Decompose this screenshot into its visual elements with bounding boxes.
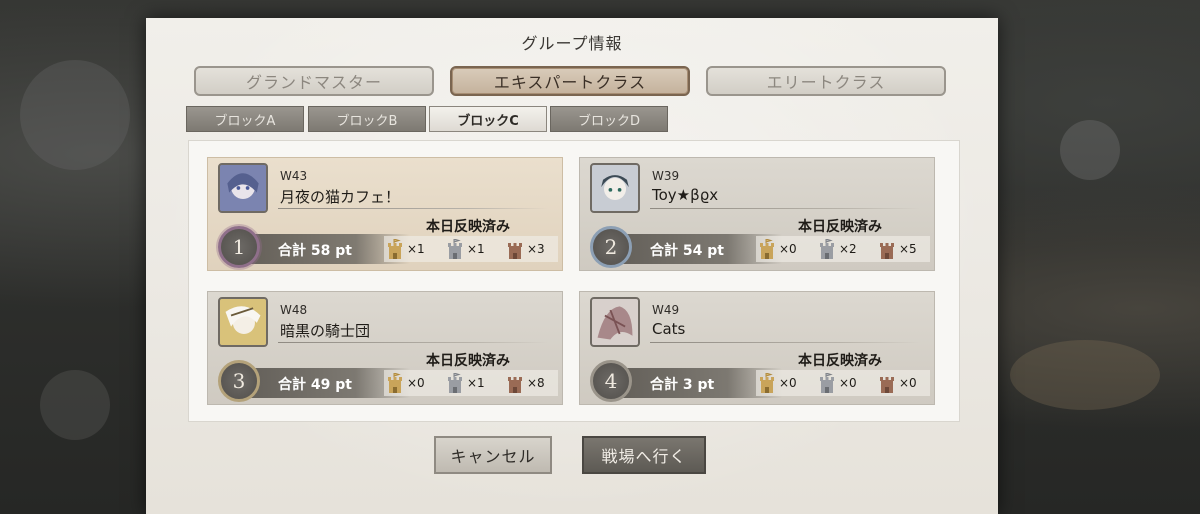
gold-count: ×0 — [779, 376, 797, 390]
rank-badge: 1 — [218, 226, 260, 268]
silver-tower-count: ×1 — [446, 370, 485, 396]
silver-count: ×2 — [839, 242, 857, 256]
group-card[interactable]: W49 Cats 本日反映済み 合計 3 pt 4 ×0 ×0 ×0 — [579, 291, 935, 405]
divider — [278, 342, 548, 343]
silver-count: ×0 — [839, 376, 857, 390]
rank-badge: 4 — [590, 360, 632, 402]
tab-grandmaster[interactable]: グランドマスター — [194, 66, 434, 96]
group-name: 暗黒の騎士団 — [280, 322, 371, 340]
bronze-tower-icon — [880, 377, 894, 393]
silver-tower-count: ×0 — [818, 370, 857, 396]
bronze-tower-count: ×5 — [878, 236, 917, 262]
bronze-tower-icon — [508, 377, 522, 393]
tower-counts: ×1 ×1 ×3 — [384, 236, 558, 262]
rank-badge: 3 — [218, 360, 260, 402]
silver-tower-count: ×2 — [818, 236, 857, 262]
reflected-status: 本日反映済み — [798, 219, 882, 235]
silver-tower-count: ×1 — [446, 236, 485, 262]
class-tabs: グランドマスター エキスパートクラス エリートクラス — [194, 66, 950, 96]
gold-tower-count: ×0 — [758, 236, 797, 262]
divider — [650, 208, 920, 209]
bronze-count: ×5 — [899, 242, 917, 256]
reflected-status: 本日反映済み — [426, 353, 510, 369]
tower-counts: ×0 ×1 ×8 — [384, 370, 558, 396]
tab-block-c[interactable]: ブロックC — [429, 106, 547, 132]
total-score: 合計 58 pt — [278, 243, 352, 259]
gold-count: ×1 — [407, 242, 425, 256]
tab-expert-class[interactable]: エキスパートクラス — [450, 66, 690, 96]
reflected-status: 本日反映済み — [798, 353, 882, 369]
group-avatar — [590, 163, 640, 213]
bronze-tower-count: ×3 — [506, 236, 545, 262]
group-card[interactable]: W39 Toy★βϱx 本日反映済み 合計 54 pt 2 ×0 ×2 ×5 — [579, 157, 935, 271]
bronze-tower-count: ×0 — [878, 370, 917, 396]
group-grid: W43 月夜の猫カフェ！ 本日反映済み 合計 58 pt 1 ×1 ×1 ×3 — [188, 140, 960, 422]
gold-tower-count: ×0 — [386, 370, 425, 396]
bronze-tower-icon — [508, 243, 522, 259]
silver-tower-icon — [448, 373, 462, 393]
group-info-dialog: グループ情報 グランドマスター エキスパートクラス エリートクラス ブロックA … — [146, 18, 998, 514]
bronze-count: ×3 — [527, 242, 545, 256]
gold-tower-icon — [760, 239, 774, 259]
silver-count: ×1 — [467, 376, 485, 390]
total-score: 合計 49 pt — [278, 377, 352, 393]
divider — [278, 208, 548, 209]
dialog-title: グループ情報 — [521, 34, 623, 53]
group-name: 月夜の猫カフェ！ — [280, 188, 401, 206]
group-name: Toy★βϱx — [652, 186, 719, 204]
go-to-battlefield-button[interactable]: 戦場へ行く — [582, 436, 706, 474]
bronze-tower-count: ×8 — [506, 370, 545, 396]
tower-counts: ×0 ×0 ×0 — [756, 370, 930, 396]
reflected-status: 本日反映済み — [426, 219, 510, 235]
silver-tower-icon — [820, 239, 834, 259]
gold-count: ×0 — [779, 242, 797, 256]
group-world: W39 — [652, 169, 680, 183]
group-world: W48 — [280, 303, 308, 317]
gold-tower-count: ×1 — [386, 236, 425, 262]
total-score: 合計 3 pt — [650, 377, 715, 393]
group-card[interactable]: W48 暗黒の騎士団 本日反映済み 合計 49 pt 3 ×0 ×1 ×8 — [207, 291, 563, 405]
group-world: W43 — [280, 169, 308, 183]
gold-count: ×0 — [407, 376, 425, 390]
tab-block-d[interactable]: ブロックD — [550, 106, 668, 132]
bronze-tower-icon — [880, 243, 894, 259]
gold-tower-icon — [388, 373, 402, 393]
group-avatar — [218, 163, 268, 213]
group-name: Cats — [652, 320, 686, 338]
silver-tower-icon — [448, 239, 462, 259]
gold-tower-icon — [760, 373, 774, 393]
tab-block-b[interactable]: ブロックB — [308, 106, 426, 132]
total-score: 合計 54 pt — [650, 243, 724, 259]
silver-count: ×1 — [467, 242, 485, 256]
group-avatar — [590, 297, 640, 347]
group-avatar — [218, 297, 268, 347]
divider — [650, 342, 920, 343]
gold-tower-icon — [388, 239, 402, 259]
tower-counts: ×0 ×2 ×5 — [756, 236, 930, 262]
group-card[interactable]: W43 月夜の猫カフェ！ 本日反映済み 合計 58 pt 1 ×1 ×1 ×3 — [207, 157, 563, 271]
group-world: W49 — [652, 303, 680, 317]
bronze-count: ×0 — [899, 376, 917, 390]
cancel-button[interactable]: キャンセル — [434, 436, 552, 474]
gold-tower-count: ×0 — [758, 370, 797, 396]
silver-tower-icon — [820, 373, 834, 393]
tab-elite-class[interactable]: エリートクラス — [706, 66, 946, 96]
bronze-count: ×8 — [527, 376, 545, 390]
rank-badge: 2 — [590, 226, 632, 268]
tab-block-a[interactable]: ブロックA — [186, 106, 304, 132]
